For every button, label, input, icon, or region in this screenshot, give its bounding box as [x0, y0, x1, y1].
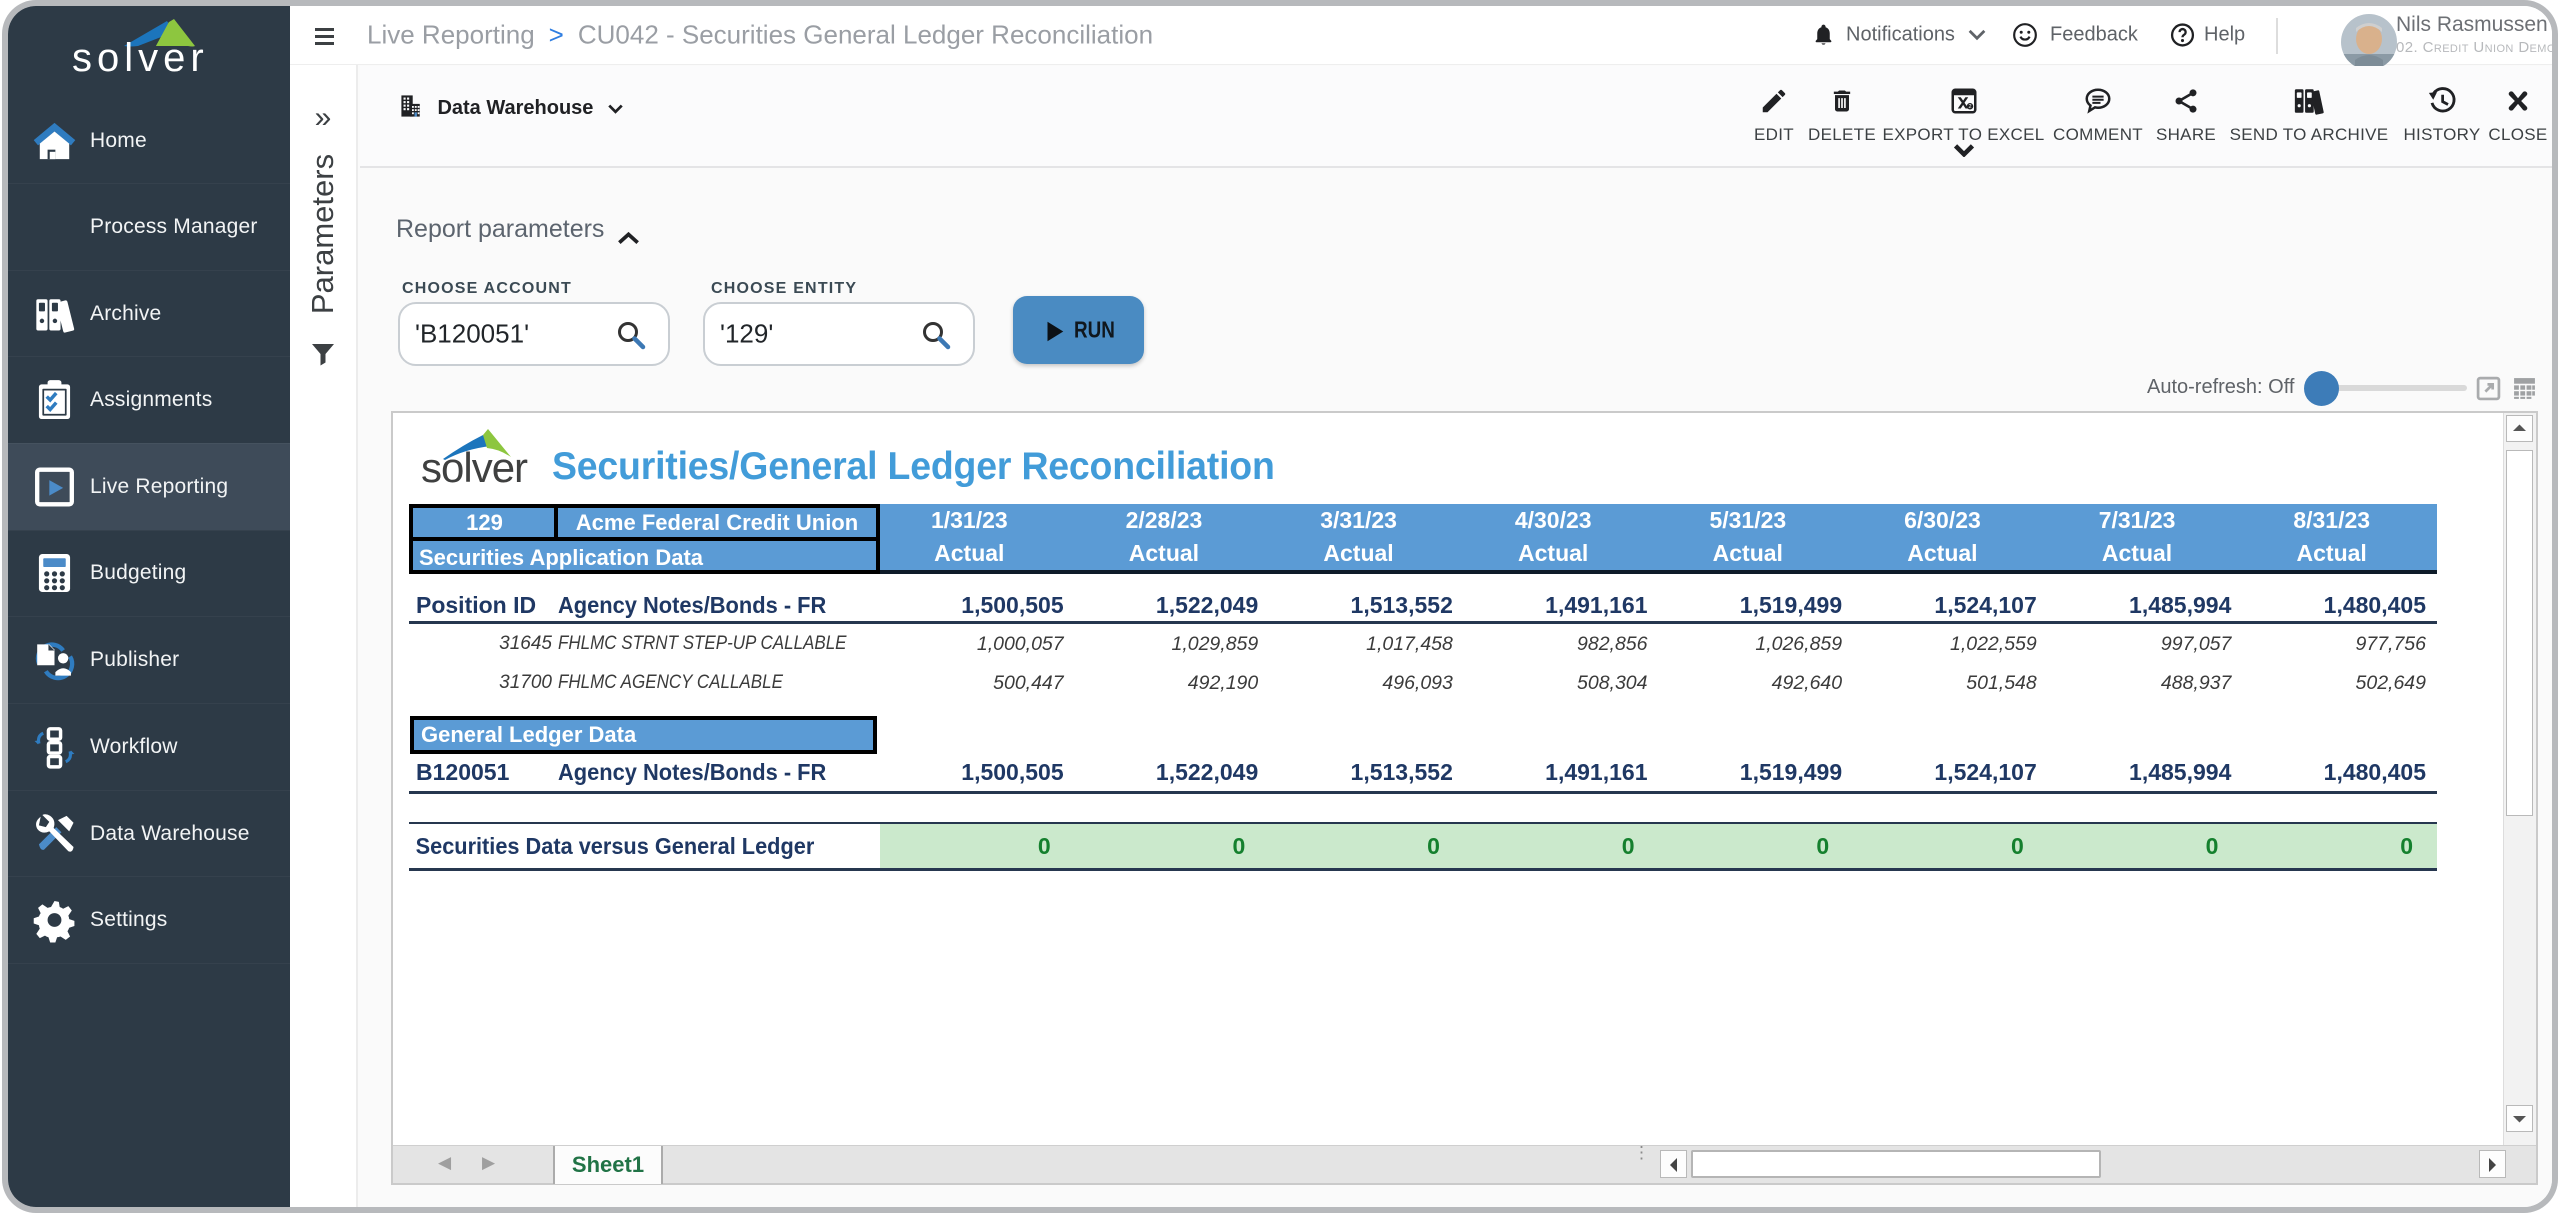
svg-text:2: 2	[1968, 104, 1971, 110]
svg-text:solver: solver	[421, 444, 528, 491]
